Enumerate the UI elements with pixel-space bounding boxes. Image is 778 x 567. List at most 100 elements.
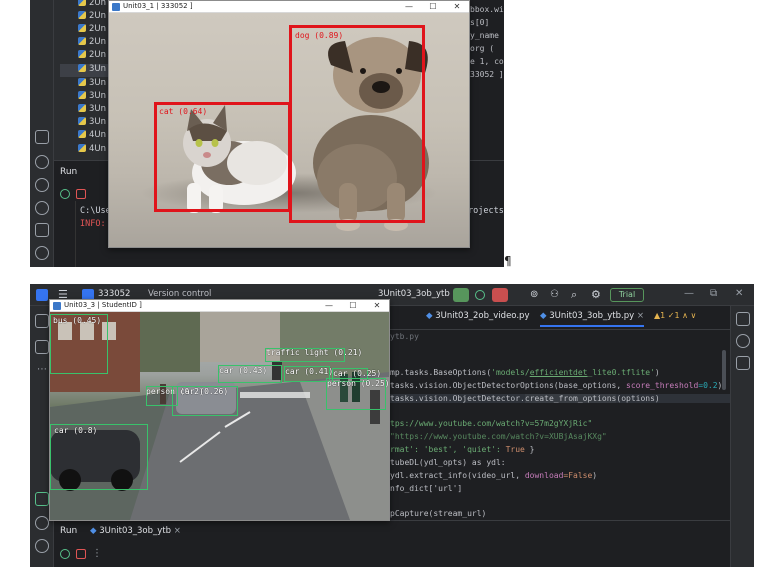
inspection-widget[interactable]: ▲1 ✓1 ∧ ∨	[654, 311, 696, 320]
project-tool-icon[interactable]	[35, 314, 49, 328]
run-tab[interactable]: Run	[60, 167, 77, 177]
close-button[interactable]: ✕	[365, 300, 389, 312]
tree-item[interactable]: 2Un	[78, 11, 106, 24]
account-icon[interactable]: ⚇	[550, 289, 559, 300]
rerun-icon[interactable]	[60, 189, 70, 199]
python-file-icon	[78, 91, 86, 99]
tree-item[interactable]: 2Un	[78, 0, 106, 11]
detection-label-car: car (0.41)	[285, 367, 334, 376]
problems-icon[interactable]	[35, 246, 49, 260]
tree-item[interactable]: 3Un	[78, 104, 106, 117]
window-close[interactable]: ✕	[735, 288, 743, 299]
vcs-selector[interactable]: Version control	[148, 289, 211, 299]
code-token: (options)	[616, 394, 660, 403]
run-file-label: 3Unit03_3ob_ytb	[99, 526, 172, 536]
minimize-button[interactable]: —	[317, 300, 341, 312]
project-selector[interactable]: 333052	[98, 289, 130, 299]
stop-button[interactable]	[492, 288, 508, 302]
tree-item-label: 4Un	[89, 144, 107, 154]
services-icon[interactable]	[35, 178, 49, 192]
code-line: org (	[470, 44, 495, 53]
rerun-icon[interactable]	[60, 549, 70, 559]
more-icon[interactable]: ⋮	[92, 548, 102, 559]
tab-label: 3Unit03_3ob_ytb.py	[549, 311, 635, 321]
python-file-icon	[78, 117, 86, 125]
tree-item-label: 3Un	[89, 64, 107, 74]
tab-video-py[interactable]: ◆ 3Unit03_2ob_video.py	[426, 311, 529, 321]
tree-item[interactable]: 3Un	[78, 78, 106, 91]
editor-scrollbar[interactable]	[722, 350, 726, 390]
code-line: nfo_dict['url']	[390, 484, 463, 493]
paragraph-mark: ¶	[504, 254, 512, 268]
app-logo-icon	[36, 289, 48, 301]
window-titlebar[interactable]: Unit03_1 | 333052 ] — ☐ ✕	[109, 1, 469, 13]
more-tools-icon[interactable]: ⋯	[37, 364, 47, 375]
detection-label-car: car (0.8)	[54, 426, 98, 435]
stop-icon[interactable]	[76, 189, 86, 199]
detection-label-traffic-light: traffic light (0.21)	[266, 348, 363, 357]
maximize-button[interactable]: ☐	[421, 1, 445, 13]
code-number: =0.2	[698, 381, 718, 390]
git-icon[interactable]	[35, 201, 49, 215]
tree-item[interactable]: 2Un	[78, 50, 106, 63]
code-string: efficientdet	[529, 368, 588, 377]
minimize-button[interactable]: —	[397, 1, 421, 13]
trial-badge[interactable]: Trial	[610, 288, 644, 302]
tree-item[interactable]: 2Un	[78, 37, 106, 50]
run-tab[interactable]: Run	[60, 526, 77, 536]
window-minimize[interactable]: —	[684, 288, 694, 299]
code-line: s[0]	[470, 18, 490, 27]
code-line: 33052 ]	[470, 70, 504, 79]
console-line: INFO:	[80, 219, 106, 229]
code-line: tps://www.youtube.com/watch?v=57m2gYXjRi…	[390, 419, 593, 428]
close-button[interactable]: ✕	[445, 1, 469, 13]
python-file-icon: ◆	[90, 526, 100, 536]
run-tool-icon[interactable]	[35, 130, 49, 144]
python-packages-icon[interactable]	[35, 155, 49, 169]
close-tab-icon[interactable]: ×	[634, 311, 644, 321]
tree-item-label: 2Un	[89, 24, 107, 34]
close-tab-icon[interactable]: ×	[171, 526, 181, 536]
tree-item-selected[interactable]: 3Un	[60, 64, 108, 77]
detection-label-dog: dog (0.89)	[295, 31, 344, 40]
tree-item[interactable]: 2Un	[78, 24, 106, 37]
structure-tool-icon[interactable]	[35, 340, 49, 354]
tree-item-label: 3Un	[89, 91, 107, 101]
tree-item[interactable]: 4Un	[78, 130, 106, 143]
run-file-tab[interactable]: ◆ 3Unit03_3ob_ytb ×	[90, 526, 181, 536]
python-file-icon	[78, 37, 86, 45]
debug-icon[interactable]	[475, 290, 485, 300]
database-icon[interactable]	[736, 356, 750, 370]
window-titlebar[interactable]: Unit03_3 | StudentID ] — ☐ ✕	[50, 300, 389, 312]
code-line: mp.tasks.BaseOptions('models/efficientde…	[390, 368, 660, 377]
tree-item[interactable]: 3Un	[78, 117, 106, 130]
tree-item-label: 3Un	[89, 78, 107, 88]
code-editor[interactable]: ytb.py mp.tasks.BaseOptions('models/effi…	[386, 330, 730, 520]
run-tool-icon[interactable]	[35, 492, 49, 506]
detection-window-video[interactable]: Unit03_3 | StudentID ] — ☐ ✕ bus (0.45) …	[49, 299, 390, 521]
code-keyword: True	[505, 445, 525, 454]
window-restore[interactable]: ⧉	[710, 288, 717, 299]
terminal-icon[interactable]	[35, 223, 49, 237]
ai-chat-icon[interactable]	[736, 334, 750, 348]
python-file-icon	[78, 0, 86, 6]
tab-ytb-py[interactable]: ◆ 3Unit03_3ob_ytb.py ×	[540, 311, 644, 327]
run-config-selector[interactable]: 3Unit03_3ob_ytb	[378, 289, 450, 299]
maximize-button[interactable]: ☐	[341, 300, 365, 312]
python-file-icon	[78, 50, 86, 58]
services-icon[interactable]	[35, 539, 49, 553]
notifications-icon[interactable]	[736, 312, 750, 326]
settings-icon[interactable]: ⚙	[591, 288, 601, 301]
python-packages-icon[interactable]	[35, 516, 49, 530]
detection-window[interactable]: Unit03_1 | 333052 ] — ☐ ✕ dog (0.89) cat…	[108, 0, 470, 248]
code-line: rmat': 'best', 'quiet': True }	[390, 445, 535, 454]
tree-item[interactable]: 4Un	[78, 144, 106, 157]
window-title: Unit03_1 | 333052 ]	[123, 2, 193, 10]
ai-assistant-icon[interactable]: ⊚	[530, 289, 538, 300]
code-token: )	[654, 368, 660, 377]
rerun-button[interactable]	[453, 288, 469, 302]
tree-item[interactable]: 3Un	[78, 91, 106, 104]
search-icon[interactable]: ⌕	[571, 288, 577, 302]
stop-icon[interactable]	[76, 549, 86, 559]
code-token: tasks.vision.ObjectDetectorOptions(base_…	[390, 381, 627, 390]
